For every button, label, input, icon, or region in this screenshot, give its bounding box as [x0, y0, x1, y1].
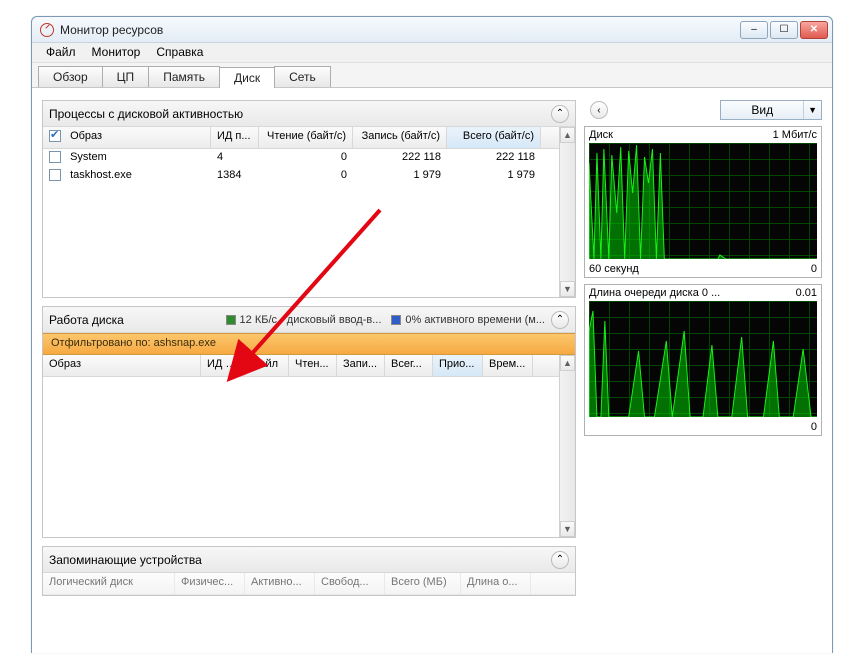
disk-activity-title: Работа диска — [49, 313, 226, 327]
col-read[interactable]: Чтен... — [289, 355, 337, 376]
col-free[interactable]: Свобод... — [315, 573, 385, 594]
col-file[interactable]: Файл — [245, 355, 289, 376]
collapse-button[interactable]: ⌃ — [551, 105, 569, 123]
window: Монитор ресурсов Файл Монитор Справка Об… — [31, 16, 833, 653]
graph-canvas — [589, 301, 817, 417]
tabs: Обзор ЦП Память Диск Сеть — [32, 63, 832, 88]
processes-rows: System 4 0 222 118 222 118 taskhost — [43, 149, 559, 297]
menu-help[interactable]: Справка — [148, 43, 211, 62]
col-write[interactable]: Запи... — [337, 355, 385, 376]
disk-activity-columns: Образ ИД п... Файл Чтен... Запи... Всег.… — [43, 355, 559, 377]
io-rate: 12 КБ/с - дисковый ввод-в... — [240, 314, 382, 326]
col-total[interactable]: Всего (байт/с) — [447, 127, 541, 148]
graph2-title: Длина очереди диска 0 ... — [589, 287, 720, 299]
scrollbar[interactable]: ▲ ▼ — [559, 355, 575, 537]
scroll-down-icon[interactable]: ▼ — [560, 281, 575, 297]
left-column: Процессы с дисковой активностью ⌃ Образ … — [42, 100, 576, 643]
collapse-button[interactable]: ⌃ — [551, 311, 569, 329]
col-image[interactable]: Образ — [43, 355, 201, 376]
col-physical[interactable]: Физичес... — [175, 573, 245, 594]
window-title: Монитор ресурсов — [60, 23, 740, 37]
graph-queue: Длина очереди диска 0 ... 0.01 0 — [584, 284, 822, 436]
right-column: › Вид ▼ Диск 1 Мбит/с — [584, 100, 822, 643]
app-icon — [40, 23, 54, 37]
graph-disk: Диск 1 Мбит/с 60 секунд 0 — [584, 126, 822, 278]
graph2-xright: 0 — [811, 421, 817, 433]
col-queue[interactable]: Длина о... — [461, 573, 531, 594]
graph-canvas — [589, 143, 817, 259]
close-button[interactable] — [800, 21, 828, 39]
menu-monitor[interactable]: Монитор — [84, 43, 149, 62]
row-checkbox[interactable] — [49, 169, 61, 181]
menubar: Файл Монитор Справка — [32, 43, 832, 63]
graph1-xright: 0 — [811, 263, 817, 275]
maximize-button[interactable] — [770, 21, 798, 39]
tab-disk[interactable]: Диск — [219, 67, 275, 88]
menu-file[interactable]: Файл — [38, 43, 84, 62]
row-checkbox[interactable] — [49, 151, 61, 163]
col-resp[interactable]: Врем... — [483, 355, 533, 376]
storage-columns: Логический диск Физичес... Активно... Св… — [43, 573, 575, 595]
storage-title: Запоминающие устройства — [49, 553, 545, 567]
storage-panel: Запоминающие устройства ⌃ Логический дис… — [42, 546, 576, 596]
processes-panel: Процессы с дисковой активностью ⌃ Образ … — [42, 100, 576, 298]
graph2-scale: 0.01 — [796, 287, 817, 299]
tab-overview[interactable]: Обзор — [38, 66, 103, 87]
select-all-checkbox[interactable] — [49, 130, 61, 142]
col-active[interactable]: Активно... — [245, 573, 315, 594]
table-row[interactable]: taskhost.exe 1384 0 1 979 1 979 — [43, 167, 559, 185]
collapse-button[interactable]: ⌃ — [551, 551, 569, 569]
col-write[interactable]: Запись (байт/с) — [353, 127, 447, 148]
graph1-xleft: 60 секунд — [589, 263, 639, 275]
minimize-button[interactable] — [740, 21, 768, 39]
processes-columns: Образ ИД п... Чтение (байт/с) Запись (ба… — [43, 127, 559, 149]
col-logical[interactable]: Логический диск — [43, 573, 175, 594]
tab-network[interactable]: Сеть — [274, 66, 331, 87]
scroll-up-icon[interactable]: ▲ — [560, 355, 575, 371]
graph1-title: Диск — [589, 129, 613, 141]
processes-title: Процессы с дисковой активностью — [49, 107, 545, 121]
col-prio[interactable]: Прио... — [433, 355, 483, 376]
graph1-scale: 1 Мбит/с — [773, 129, 817, 141]
filter-bar: Отфильтровано по: ashsnap.exe — [43, 333, 575, 355]
tab-memory[interactable]: Память — [148, 66, 220, 87]
col-image[interactable]: Образ — [70, 130, 102, 142]
col-total[interactable]: Всег... — [385, 355, 433, 376]
scroll-down-icon[interactable]: ▼ — [560, 521, 575, 537]
table-row[interactable]: System 4 0 222 118 222 118 — [43, 149, 559, 167]
active-time: 0% активного времени (м... — [405, 314, 545, 326]
col-pid[interactable]: ИД п... — [201, 355, 245, 376]
filter-value: ashsnap.exe — [154, 337, 216, 349]
view-button[interactable]: Вид ▼ — [720, 100, 822, 120]
disk-activity-panel: Работа диска 12 КБ/с - дисковый ввод-в..… — [42, 306, 576, 538]
chevron-down-icon[interactable]: ▼ — [803, 101, 821, 119]
col-pid[interactable]: ИД п... — [211, 127, 259, 148]
disk-activity-rows — [43, 377, 559, 537]
tab-cpu[interactable]: ЦП — [102, 66, 150, 87]
scrollbar[interactable]: ▲ ▼ — [559, 127, 575, 297]
col-read[interactable]: Чтение (байт/с) — [259, 127, 353, 148]
expand-button[interactable]: › — [590, 101, 608, 119]
titlebar: Монитор ресурсов — [32, 17, 832, 43]
scroll-up-icon[interactable]: ▲ — [560, 127, 575, 143]
col-total-mb[interactable]: Всего (МБ) — [385, 573, 461, 594]
